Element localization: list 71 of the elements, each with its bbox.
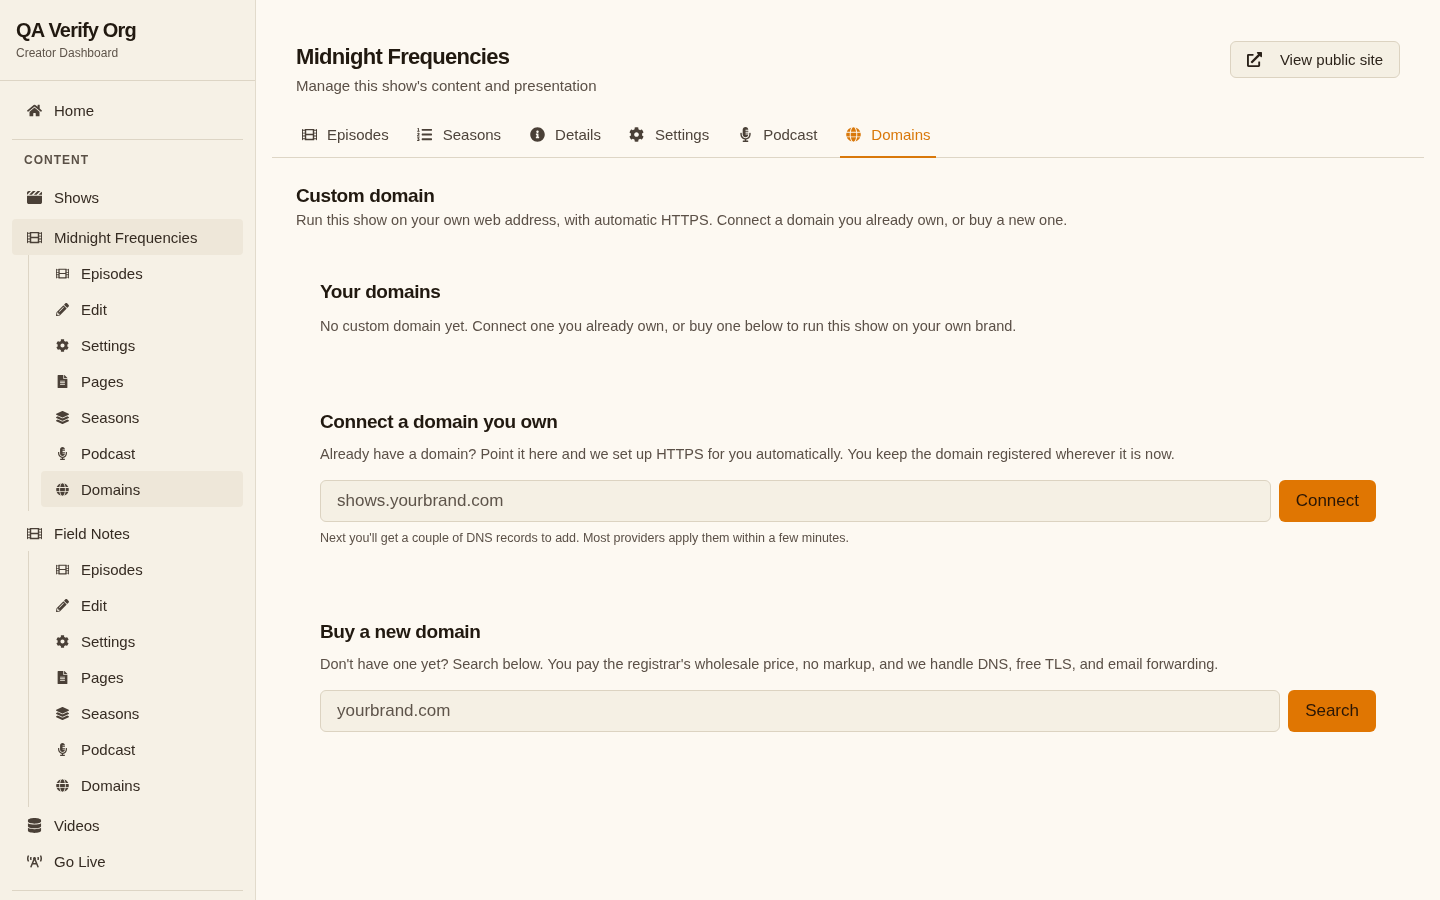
nav-item[interactable]: Episodes (41, 551, 243, 587)
tab[interactable]: Episodes (296, 112, 394, 158)
nav-item[interactable]: Settings (41, 623, 243, 659)
database-icon (26, 817, 42, 833)
film-icon (26, 525, 42, 541)
layers-icon (55, 410, 69, 424)
film-icon (26, 229, 42, 245)
pencil-icon (55, 598, 69, 612)
nav-item[interactable]: Midnight Frequencies (12, 219, 243, 255)
domain-input[interactable]: shows.yourbrand.com (320, 480, 1271, 522)
nav-item[interactable]: Field Notes (12, 515, 243, 551)
nav-item[interactable]: Edit (41, 587, 243, 623)
globe-icon (845, 126, 861, 142)
section-label: CONTENT (23, 152, 90, 169)
nav-item[interactable]: Home (12, 92, 243, 128)
section-heading: Custom domain (296, 184, 436, 208)
nav-item[interactable]: Seasons (41, 695, 243, 731)
nav-item[interactable]: Podcast (41, 731, 243, 767)
page-subtitle: Manage this show's content and presentation (296, 76, 597, 96)
nav-item[interactable]: Pages (41, 363, 243, 399)
microphone-icon (55, 742, 69, 756)
nav-item[interactable]: Episodes (41, 255, 243, 291)
home-icon (26, 102, 42, 118)
hint-text: Next you'll get a couple of DNS records to add. Most providers apply them within a few minutes. (320, 530, 851, 546)
org-subtitle: Creator Dashboard (16, 45, 120, 61)
globe-icon (55, 482, 69, 496)
settings-icon (55, 634, 69, 648)
layers-icon (55, 706, 69, 720)
tab[interactable]: Seasons (411, 112, 507, 158)
film-icon (55, 562, 69, 576)
nav-item[interactable]: Videos (12, 807, 243, 843)
nav-item[interactable]: Podcast (41, 435, 243, 471)
panel-heading: Buy a new domain (320, 620, 482, 644)
microphone-icon (55, 446, 69, 460)
panel-heading: Connect a domain you own (320, 410, 559, 434)
pencil-icon (55, 302, 69, 316)
broadcast-tower-icon (26, 853, 42, 869)
view-site-button[interactable]: View public site (1229, 41, 1400, 78)
org-name: QA Verify Org (16, 18, 137, 43)
globe-icon (55, 778, 69, 792)
panel-text: No custom domain yet. Connect one you already own, or buy one below to run this show on your own brand. (320, 317, 1018, 336)
microphone-icon (737, 126, 753, 142)
panel-text: Don't have one yet? Search below. You pay the registrar's wholesale price, no markup, and we handle DNS, free TLS, and email forwarding. (320, 655, 1220, 674)
nav-item[interactable]: Go Live (12, 843, 243, 879)
nav-item[interactable]: Edit (41, 291, 243, 327)
external-link-icon (1246, 52, 1262, 67)
nav-item[interactable]: Shows (12, 179, 243, 215)
film-icon (301, 126, 317, 142)
section-description: Run this show on your own web address, with automatic HTTPS. Connect a domain you already own, or buy a new one. (296, 211, 1069, 230)
panel-heading: Your domains (320, 280, 442, 304)
nav-item[interactable]: Settings (41, 327, 243, 363)
document-icon (55, 670, 69, 684)
settings-icon (629, 126, 645, 142)
numbered-list-icon (417, 126, 433, 142)
nav-item[interactable]: Domains (41, 471, 243, 507)
domain-input[interactable]: yourbrand.com (320, 690, 1281, 732)
page-title: Midnight Frequencies (296, 43, 511, 71)
panel-text: Already have a domain? Point it here and we set up HTTPS for you automatically. You keep the domain registered wherever it is now. (320, 445, 1176, 464)
info-icon (529, 126, 545, 142)
tab[interactable]: Settings (623, 112, 715, 158)
submit-button[interactable]: Search (1288, 690, 1376, 732)
clapperboard-icon (26, 189, 42, 205)
film-icon (55, 266, 69, 280)
nav-item[interactable]: Pages (41, 659, 243, 695)
nav-item[interactable]: Domains (41, 767, 243, 803)
tab[interactable]: Podcast (732, 112, 823, 158)
tab[interactable]: Details (524, 112, 606, 158)
settings-icon (55, 338, 69, 352)
nav-item[interactable]: Seasons (41, 399, 243, 435)
submit-button[interactable]: Connect (1278, 480, 1376, 522)
document-icon (55, 374, 69, 388)
